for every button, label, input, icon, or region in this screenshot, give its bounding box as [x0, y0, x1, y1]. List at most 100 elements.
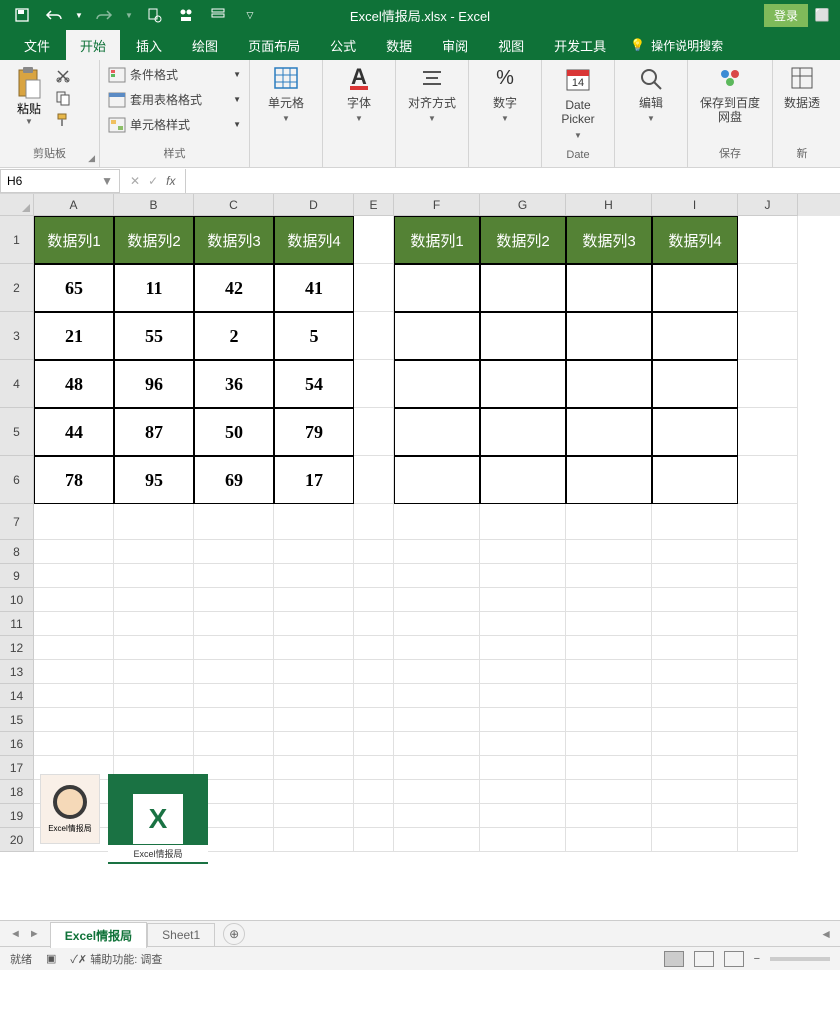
col-header-H[interactable]: H: [566, 194, 652, 216]
cell-F17[interactable]: [394, 756, 480, 780]
cell-B2[interactable]: 11: [114, 264, 194, 312]
cell-H7[interactable]: [566, 504, 652, 540]
cell-J2[interactable]: [738, 264, 798, 312]
zoom-out-icon[interactable]: −: [754, 953, 760, 965]
cell-J5[interactable]: [738, 408, 798, 456]
row-header-13[interactable]: 13: [0, 660, 34, 684]
cell-C9[interactable]: [194, 564, 274, 588]
cell-F6[interactable]: [394, 456, 480, 504]
cell-J3[interactable]: [738, 312, 798, 360]
cell-D6[interactable]: 17: [274, 456, 354, 504]
cell-E17[interactable]: [354, 756, 394, 780]
cell-F19[interactable]: [394, 804, 480, 828]
cell-I13[interactable]: [652, 660, 738, 684]
cell-A14[interactable]: [34, 684, 114, 708]
cell-B12[interactable]: [114, 636, 194, 660]
touch-mode-icon[interactable]: [174, 3, 198, 27]
cell-G6[interactable]: [480, 456, 566, 504]
cell-A15[interactable]: [34, 708, 114, 732]
cell-A6[interactable]: 78: [34, 456, 114, 504]
select-all-corner[interactable]: [0, 194, 34, 216]
cell-H10[interactable]: [566, 588, 652, 612]
row-header-1[interactable]: 1: [0, 216, 34, 264]
cell-G11[interactable]: [480, 612, 566, 636]
cell-H19[interactable]: [566, 804, 652, 828]
print-preview-icon[interactable]: [142, 3, 166, 27]
font-button[interactable]: A 字体▼: [331, 64, 387, 123]
cell-H2[interactable]: [566, 264, 652, 312]
cell-A9[interactable]: [34, 564, 114, 588]
cell-H11[interactable]: [566, 612, 652, 636]
cell-I1[interactable]: 数据列4: [652, 216, 738, 264]
cell-F13[interactable]: [394, 660, 480, 684]
cell-C1[interactable]: 数据列3: [194, 216, 274, 264]
cell-G5[interactable]: [480, 408, 566, 456]
view-pagebreak-icon[interactable]: [724, 951, 744, 967]
cell-B10[interactable]: [114, 588, 194, 612]
cell-C8[interactable]: [194, 540, 274, 564]
cell-D16[interactable]: [274, 732, 354, 756]
cell-J16[interactable]: [738, 732, 798, 756]
tab-review[interactable]: 审阅: [428, 30, 482, 61]
cell-F18[interactable]: [394, 780, 480, 804]
cell-C13[interactable]: [194, 660, 274, 684]
cell-I7[interactable]: [652, 504, 738, 540]
cell-G12[interactable]: [480, 636, 566, 660]
tab-pagelayout[interactable]: 页面布局: [234, 30, 314, 61]
cell-G7[interactable]: [480, 504, 566, 540]
cell-D20[interactable]: [274, 828, 354, 852]
cell-I9[interactable]: [652, 564, 738, 588]
cell-I10[interactable]: [652, 588, 738, 612]
col-header-J[interactable]: J: [738, 194, 798, 216]
copy-icon[interactable]: [54, 90, 72, 106]
cell-E12[interactable]: [354, 636, 394, 660]
cell-F1[interactable]: 数据列1: [394, 216, 480, 264]
col-header-F[interactable]: F: [394, 194, 480, 216]
row-header-2[interactable]: 2: [0, 264, 34, 312]
status-accessibility[interactable]: ✓✗ 辅助功能: 调查: [70, 951, 162, 967]
cell-H3[interactable]: [566, 312, 652, 360]
cell-H14[interactable]: [566, 684, 652, 708]
cell-F11[interactable]: [394, 612, 480, 636]
cell-D11[interactable]: [274, 612, 354, 636]
cell-E18[interactable]: [354, 780, 394, 804]
cell-D18[interactable]: [274, 780, 354, 804]
sheet-tab-sheet1[interactable]: Sheet1: [147, 923, 215, 946]
cell-H1[interactable]: 数据列3: [566, 216, 652, 264]
cell-A4[interactable]: 48: [34, 360, 114, 408]
cell-B5[interactable]: 87: [114, 408, 194, 456]
cell-F12[interactable]: [394, 636, 480, 660]
cell-E20[interactable]: [354, 828, 394, 852]
row-header-10[interactable]: 10: [0, 588, 34, 612]
cell-E6[interactable]: [354, 456, 394, 504]
tab-draw[interactable]: 绘图: [178, 30, 232, 61]
cell-G18[interactable]: [480, 780, 566, 804]
cell-A16[interactable]: [34, 732, 114, 756]
cell-J15[interactable]: [738, 708, 798, 732]
cell-F4[interactable]: [394, 360, 480, 408]
cell-H6[interactable]: [566, 456, 652, 504]
sheet-tab-active[interactable]: Excel情报局: [50, 922, 147, 948]
cell-G1[interactable]: 数据列2: [480, 216, 566, 264]
sheet-nav-prev-icon[interactable]: ◄: [10, 928, 21, 940]
login-button[interactable]: 登录: [764, 4, 808, 27]
cell-B11[interactable]: [114, 612, 194, 636]
cell-I17[interactable]: [652, 756, 738, 780]
cell-B8[interactable]: [114, 540, 194, 564]
row-header-5[interactable]: 5: [0, 408, 34, 456]
cell-F8[interactable]: [394, 540, 480, 564]
tab-insert[interactable]: 插入: [122, 30, 176, 61]
cell-E9[interactable]: [354, 564, 394, 588]
cell-E15[interactable]: [354, 708, 394, 732]
cell-H8[interactable]: [566, 540, 652, 564]
cell-A2[interactable]: 65: [34, 264, 114, 312]
cell-E10[interactable]: [354, 588, 394, 612]
cell-C2[interactable]: 42: [194, 264, 274, 312]
row-header-18[interactable]: 18: [0, 780, 34, 804]
row-header-14[interactable]: 14: [0, 684, 34, 708]
format-painter-icon[interactable]: [54, 112, 72, 128]
cell-A12[interactable]: [34, 636, 114, 660]
data-analysis-button[interactable]: 数据透: [781, 64, 823, 110]
cell-J19[interactable]: [738, 804, 798, 828]
cell-J4[interactable]: [738, 360, 798, 408]
